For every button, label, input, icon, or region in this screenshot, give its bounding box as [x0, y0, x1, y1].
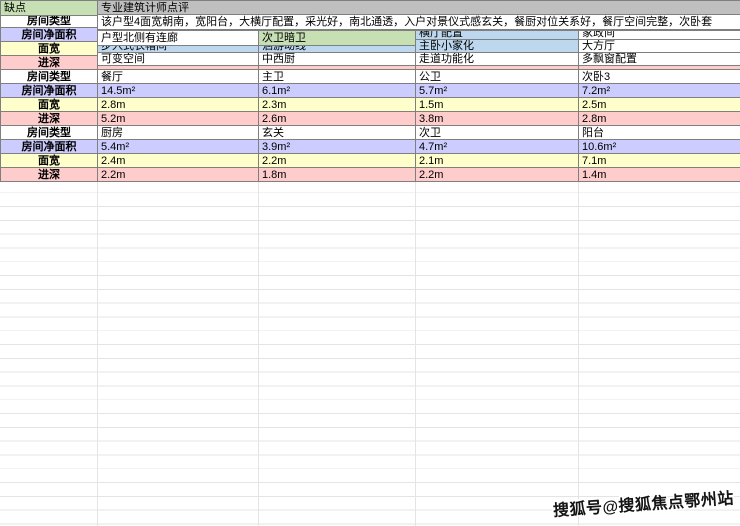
room-depth-cell[interactable]: 2.2m: [98, 168, 259, 182]
row-label-cell[interactable]: 房间净面积: [1, 84, 98, 98]
room-depth-cell[interactable]: 1.4m: [579, 168, 740, 182]
room-name-cell[interactable]: 主卫: [259, 70, 416, 84]
room-area-cell[interactable]: 5.7m²: [416, 84, 579, 98]
row-label-cell[interactable]: 房间类型: [1, 70, 98, 84]
room-width-cell[interactable]: 7.1m: [579, 154, 740, 168]
room-name-cell[interactable]: 玄关: [259, 126, 416, 140]
room-width-cell[interactable]: 1.5m: [416, 98, 579, 112]
review-title-cell[interactable]: 专业建筑计师点评: [98, 1, 740, 15]
room-depth-cell[interactable]: 2.2m: [416, 168, 579, 182]
room-area-cell[interactable]: 10.6m²: [579, 140, 740, 154]
room-name-cell[interactable]: 次卧3: [579, 70, 740, 84]
con-item-cell[interactable]: 次卫暗卫: [259, 31, 416, 46]
room-width-cell[interactable]: 2.8m: [98, 98, 259, 112]
room-name-cell[interactable]: 公卫: [416, 70, 579, 84]
room-depth-cell[interactable]: 1.8m: [259, 168, 416, 182]
room-name-cell[interactable]: 次卫: [416, 126, 579, 140]
room-name-cell[interactable]: 餐厅: [98, 70, 259, 84]
row-label-cell[interactable]: 进深: [1, 112, 98, 126]
room-area-cell[interactable]: 4.7m²: [416, 140, 579, 154]
empty-cell: [1, 53, 98, 66]
watermark: 搜狐号@搜狐焦点鄂州站: [552, 484, 734, 521]
row-label-cell[interactable]: 面宽: [1, 98, 98, 112]
spreadsheet: 179m²户型 4房2厅3卫 165m² 142m² 赠送飘窗 户内面积估算 地…: [0, 0, 740, 526]
empty-cell: [1, 31, 98, 46]
pro-item-cell[interactable]: 多飘窗配置: [579, 53, 740, 66]
room-width-cell[interactable]: 2.2m: [259, 154, 416, 168]
empty-cell: [416, 31, 579, 46]
review-text-cell[interactable]: 该户型4面宽朝南，宽阳台，大横厅配置，采光好，南北通透，入户对景仪式感玄关，餐厨…: [98, 15, 740, 30]
empty-cell: [579, 31, 740, 46]
row-label-cell[interactable]: 面宽: [1, 154, 98, 168]
pro-item-cell[interactable]: 走道功能化: [416, 53, 579, 66]
empty-cell: [1, 16, 98, 31]
room-width-cell[interactable]: 2.5m: [579, 98, 740, 112]
pro-item-cell[interactable]: 中西厨: [259, 53, 416, 66]
pro-item-cell[interactable]: 可变空间: [98, 53, 259, 66]
room-area-cell[interactable]: 6.1m²: [259, 84, 416, 98]
row-label-cell[interactable]: 房间类型: [1, 126, 98, 140]
room-name-cell[interactable]: 厨房: [98, 126, 259, 140]
room-depth-cell[interactable]: 5.2m: [98, 112, 259, 126]
room-area-cell[interactable]: 3.9m²: [259, 140, 416, 154]
room-width-cell[interactable]: 2.4m: [98, 154, 259, 168]
room-area-cell[interactable]: 5.4m²: [98, 140, 259, 154]
room-width-cell[interactable]: 2.1m: [416, 154, 579, 168]
room-area-cell[interactable]: 7.2m²: [579, 84, 740, 98]
row-label-cell[interactable]: 进深: [1, 168, 98, 182]
room-area-cell[interactable]: 14.5m²: [98, 84, 259, 98]
room-depth-cell[interactable]: 2.6m: [259, 112, 416, 126]
row-label-cell[interactable]: 房间净面积: [1, 140, 98, 154]
room-depth-cell[interactable]: 2.8m: [579, 112, 740, 126]
cons-label-cell[interactable]: 缺点: [1, 1, 98, 16]
review-table: 专业建筑计师点评 该户型4面宽朝南，宽阳台，大横厅配置，采光好，南北通透，入户对…: [97, 0, 740, 30]
room-depth-cell[interactable]: 3.8m: [416, 112, 579, 126]
room-name-cell[interactable]: 阳台: [579, 126, 740, 140]
con-item-cell[interactable]: 户型北侧有连廊: [98, 31, 259, 46]
room-width-cell[interactable]: 2.3m: [259, 98, 416, 112]
